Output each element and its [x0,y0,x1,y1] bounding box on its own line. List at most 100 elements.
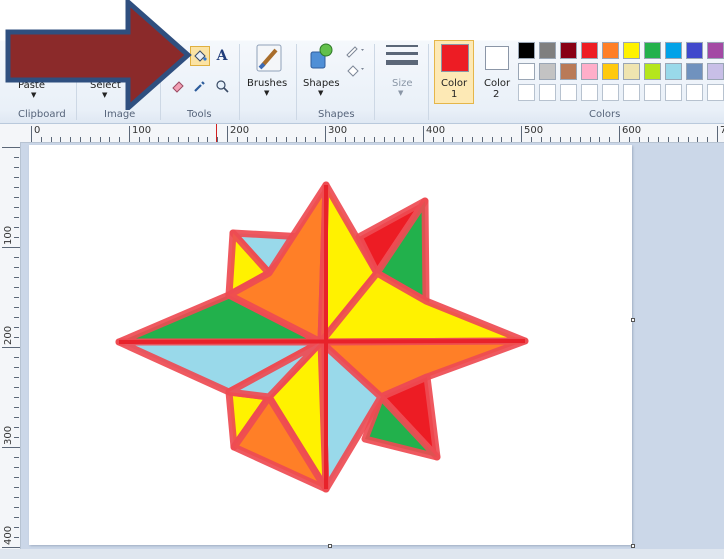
custom-color-slot[interactable] [539,84,556,101]
ruler-tick [80,137,81,142]
colors-group-label: Colors [589,109,621,120]
shapes-button[interactable]: Shapes ▼ [300,42,344,102]
horizontal-ruler: 0 100 200 300 400 500 600 7 [0,124,724,143]
canvas-resize-handle-corner[interactable] [631,544,635,548]
ruler-tick [687,137,689,142]
color-swatch[interactable] [623,63,640,80]
ruler-tick [60,137,62,142]
custom-color-slot[interactable] [623,84,640,101]
ruler-tick [14,277,19,278]
image-group-label: Image [104,109,136,120]
color-swatch[interactable] [623,42,640,59]
color-swatch[interactable] [686,42,703,59]
text-icon: A [216,48,228,64]
size-label: Size [392,78,413,89]
color-swatch[interactable] [560,63,577,80]
ruler-tick [2,147,20,148]
ruler-tick [31,126,32,142]
ruler-tick [589,137,591,142]
ruler-tick [246,137,248,142]
color-swatch[interactable] [581,42,598,59]
line-size-icon [386,45,418,65]
color-swatch[interactable] [518,42,535,59]
ruler-tick [14,477,19,478]
custom-color-slot[interactable] [518,84,535,101]
color-swatch[interactable] [602,42,619,59]
outline-button[interactable] [344,44,370,62]
ruler-tick [677,137,679,142]
ruler-tick [658,137,660,142]
size-button[interactable]: Size ▼ [380,42,424,102]
custom-color-slot[interactable] [686,84,703,101]
ruler-tick [129,126,130,142]
color-swatch[interactable] [539,63,556,80]
ruler-tick [40,137,42,142]
magnifier-icon [216,80,229,93]
ruler-tick [14,387,19,388]
color-swatch[interactable] [602,63,619,80]
color-swatch[interactable] [707,63,724,80]
ruler-tick [325,126,326,142]
ruler-tick [560,137,562,142]
ruler-tick [14,417,19,418]
color2-label: Color [484,78,511,89]
color1-button[interactable]: Color 1 [434,40,474,104]
color2-swatch [485,46,509,70]
fill-button[interactable] [344,63,370,81]
custom-color-slot[interactable] [707,84,724,101]
canvas-resize-handle-bottom[interactable] [328,544,332,548]
group-divider [428,44,429,120]
brushes-button[interactable]: Brushes ▼ [244,42,292,102]
fill-icon [347,65,364,77]
vertical-ruler: 100 200 300 400 [0,142,21,559]
canvas-resize-handle-right[interactable] [631,318,635,322]
drawing-canvas[interactable] [29,145,632,545]
custom-color-slot[interactable] [581,84,598,101]
ruler-tick [236,137,238,142]
color-swatch[interactable] [644,42,661,59]
ruler-tick [14,527,19,528]
ruler-tick [14,297,19,298]
color2-number: 2 [493,89,500,100]
custom-color-slot[interactable] [602,84,619,101]
ruler-tick [14,377,19,378]
magnifier-button[interactable] [212,76,232,96]
ruler-tick [2,447,20,448]
brushes-label: Brushes [247,78,288,89]
ruler-tick [217,137,219,142]
custom-color-slot[interactable] [665,84,682,101]
ruler-tick [521,126,522,142]
color2-button[interactable]: Color 2 [478,40,516,104]
color-swatch[interactable] [644,63,661,80]
ruler-tick [638,137,640,142]
color-swatch[interactable] [707,42,724,59]
ruler-tick [14,367,19,368]
ruler-tick [14,227,19,228]
ruler-label: 400 [3,525,14,545]
ruler-tick [14,537,19,538]
ruler-tick [697,137,699,142]
ruler-tick [14,317,19,318]
ruler-tick [14,327,19,328]
text-tool-button[interactable]: A [212,46,232,66]
color-swatch[interactable] [665,63,682,80]
ruler-label: 7 [720,125,724,136]
color-swatch[interactable] [518,63,535,80]
ruler-tick [452,137,454,142]
ruler-tick [266,137,268,142]
ruler-tick [344,137,346,142]
custom-color-slot[interactable] [644,84,661,101]
group-divider [296,44,297,120]
ruler-tick [599,137,601,142]
color-swatch[interactable] [665,42,682,59]
custom-color-slot[interactable] [560,84,577,101]
color-swatch[interactable] [539,42,556,59]
shapes-icon [310,43,333,69]
color-swatch[interactable] [686,63,703,80]
ruler-tick [168,137,170,142]
ruler-label: 100 [3,225,14,245]
ruler-label: 400 [426,125,446,136]
color-swatch[interactable] [581,63,598,80]
color-swatch[interactable] [560,42,577,59]
ruler-tick [530,137,532,142]
